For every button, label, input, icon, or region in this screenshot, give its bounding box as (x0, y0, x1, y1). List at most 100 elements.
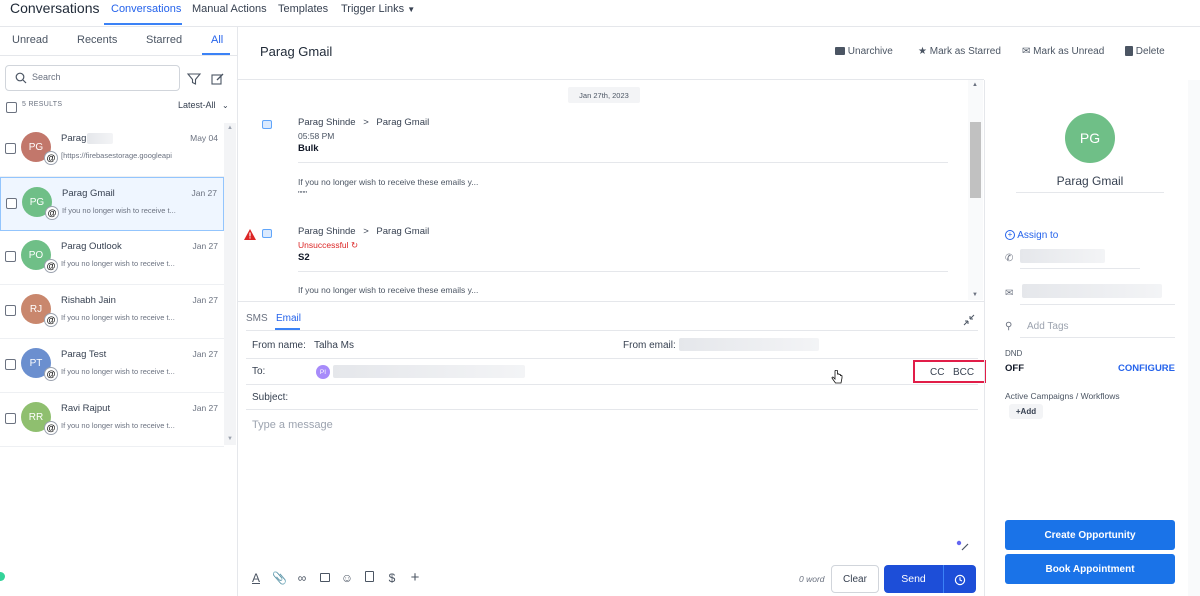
conversation-item[interactable]: PO @ Parag Outlook Jan 27 If you no long… (0, 231, 224, 285)
assign-to-button[interactable]: + Assign to (1005, 230, 1058, 241)
contact-name: Rishabh Jain (61, 295, 116, 306)
from-name-label: From name: (252, 340, 306, 351)
email-icon (262, 229, 272, 238)
message-route: Parag Shinde > Parag Gmail (298, 117, 429, 128)
bcc-button[interactable]: BCC (953, 367, 974, 378)
tab-templates[interactable]: Templates (278, 3, 328, 15)
contact-panel-scrollbar[interactable] (1188, 80, 1200, 596)
cc-bcc-highlight: CC BCC (913, 360, 986, 383)
composer-tab-email[interactable]: Email (276, 313, 301, 324)
row-checkbox[interactable] (5, 359, 16, 370)
scroll-down-icon[interactable]: ▼ (972, 292, 978, 298)
email-channel-icon: @ (44, 313, 58, 327)
scroll-up-icon[interactable]: ▲ (972, 82, 978, 88)
status-text: Unsuccessful (298, 240, 349, 250)
row-checkbox[interactable] (5, 143, 16, 154)
divider (246, 330, 978, 331)
conversation-item[interactable]: RR @ Ravi Rajput Jan 27 If you no longer… (0, 393, 224, 447)
create-opportunity-button[interactable]: Create Opportunity (1005, 520, 1175, 550)
plus-icon[interactable]: + (408, 570, 422, 585)
link-icon[interactable]: ∞ (295, 571, 309, 585)
recipient-redacted[interactable] (333, 365, 525, 378)
chevron-down-icon: ⌄ (222, 101, 229, 110)
message-quote: """ (298, 189, 308, 199)
add-tags-input[interactable]: Add Tags (1027, 321, 1069, 332)
dollar-icon[interactable]: $ (385, 571, 399, 585)
search-icon (15, 72, 27, 84)
word-count: 0 word (799, 574, 825, 584)
row-checkbox[interactable] (6, 198, 17, 209)
select-all-checkbox[interactable] (6, 102, 17, 113)
delete-label: Delete (1135, 46, 1165, 57)
book-appointment-button[interactable]: Book Appointment (1005, 554, 1175, 584)
contact-name: Ravi Rajput (61, 403, 111, 414)
phone-redacted[interactable] (1020, 249, 1105, 263)
campaigns-label: Active Campaigns / Workflows (1005, 391, 1120, 401)
clear-button[interactable]: Clear (831, 565, 879, 593)
divider (1020, 337, 1175, 338)
route-arrow: > (363, 226, 369, 237)
delete-button[interactable]: Delete (1125, 46, 1165, 57)
conversation-item[interactable]: PG @ Parag May 04 [https://firebasestora… (0, 123, 224, 177)
message-time: 05:58 PM (298, 131, 335, 141)
from-email-label: From email: (623, 340, 676, 351)
composer-tab-sms[interactable]: SMS (246, 313, 268, 324)
conversation-preview: If you no longer wish to receive t... (62, 206, 176, 215)
retry-icon[interactable]: ↻ (351, 240, 358, 250)
mark-starred-button[interactable]: ★ Mark as Starred (918, 46, 1001, 57)
from-email-redacted[interactable] (679, 338, 819, 351)
divider (1016, 192, 1164, 193)
contact-name: Parag Test (61, 349, 107, 360)
message-subject: Bulk (298, 143, 319, 154)
contact-name: Parag Outlook (61, 241, 122, 252)
tab-trigger-links[interactable]: Trigger Links ▼ (341, 3, 415, 15)
thread-scrollbar-thumb[interactable] (970, 122, 981, 198)
filter-tab-unread[interactable]: Unread (12, 34, 48, 46)
divider (0, 55, 238, 56)
filter-icon[interactable] (186, 71, 202, 87)
sort-dropdown[interactable]: Latest-All ⌄ (178, 100, 229, 110)
add-label: Add (1020, 407, 1037, 416)
filter-tab-recents[interactable]: Recents (77, 34, 117, 46)
conversation-list-scrollbar[interactable]: ▲ ▼ (224, 123, 236, 445)
document-icon[interactable] (362, 571, 376, 585)
add-campaign-button[interactable]: + Add (1009, 404, 1043, 419)
conversation-item[interactable]: RJ @ Rishabh Jain Jan 27 If you no longe… (0, 285, 224, 339)
message-body[interactable]: If you no longer wish to receive these e… (298, 177, 478, 187)
mark-unread-button[interactable]: ✉ Mark as Unread (1022, 46, 1104, 57)
results-count: 5 RESULTS (22, 101, 63, 108)
cc-button[interactable]: CC (930, 367, 944, 378)
magic-wand-icon[interactable] (956, 540, 970, 552)
scroll-up-icon[interactable]: ▲ (227, 125, 233, 131)
row-checkbox[interactable] (5, 251, 16, 262)
image-icon[interactable] (318, 571, 332, 585)
conversation-item-selected[interactable]: PG @ Parag Gmail Jan 27 If you no longer… (0, 177, 224, 231)
search-input[interactable] (32, 72, 172, 82)
tab-manual-actions[interactable]: Manual Actions (192, 3, 267, 15)
configure-link[interactable]: CONFIGURE (1118, 363, 1175, 374)
divider (238, 301, 984, 302)
message-body[interactable]: If you no longer wish to receive these e… (298, 285, 478, 295)
compose-icon[interactable] (210, 71, 226, 87)
emoji-icon[interactable]: ☺ (340, 571, 354, 585)
scroll-down-icon[interactable]: ▼ (227, 436, 233, 442)
message-input[interactable] (252, 419, 952, 431)
text-format-icon[interactable]: A (249, 571, 263, 585)
collapse-icon[interactable] (963, 314, 975, 326)
row-checkbox[interactable] (5, 305, 16, 316)
tab-conversations[interactable]: Conversations (111, 3, 181, 15)
conversation-date: Jan 27 (192, 295, 218, 305)
row-checkbox[interactable] (5, 413, 16, 424)
send-button[interactable]: Send (884, 565, 943, 593)
conversation-item[interactable]: PT @ Parag Test Jan 27 If you no longer … (0, 339, 224, 393)
attachment-icon[interactable]: 📎 (272, 571, 287, 585)
from-name-value[interactable]: Talha Ms (314, 340, 354, 351)
message-to: Parag Gmail (376, 226, 430, 237)
email-redacted[interactable] (1022, 284, 1162, 298)
unarchive-button[interactable]: Unarchive (835, 46, 893, 57)
divider (246, 409, 978, 410)
filter-tab-all[interactable]: All (211, 34, 223, 46)
schedule-button[interactable] (943, 565, 976, 593)
filter-tab-starred[interactable]: Starred (146, 34, 182, 46)
divider (246, 384, 978, 385)
